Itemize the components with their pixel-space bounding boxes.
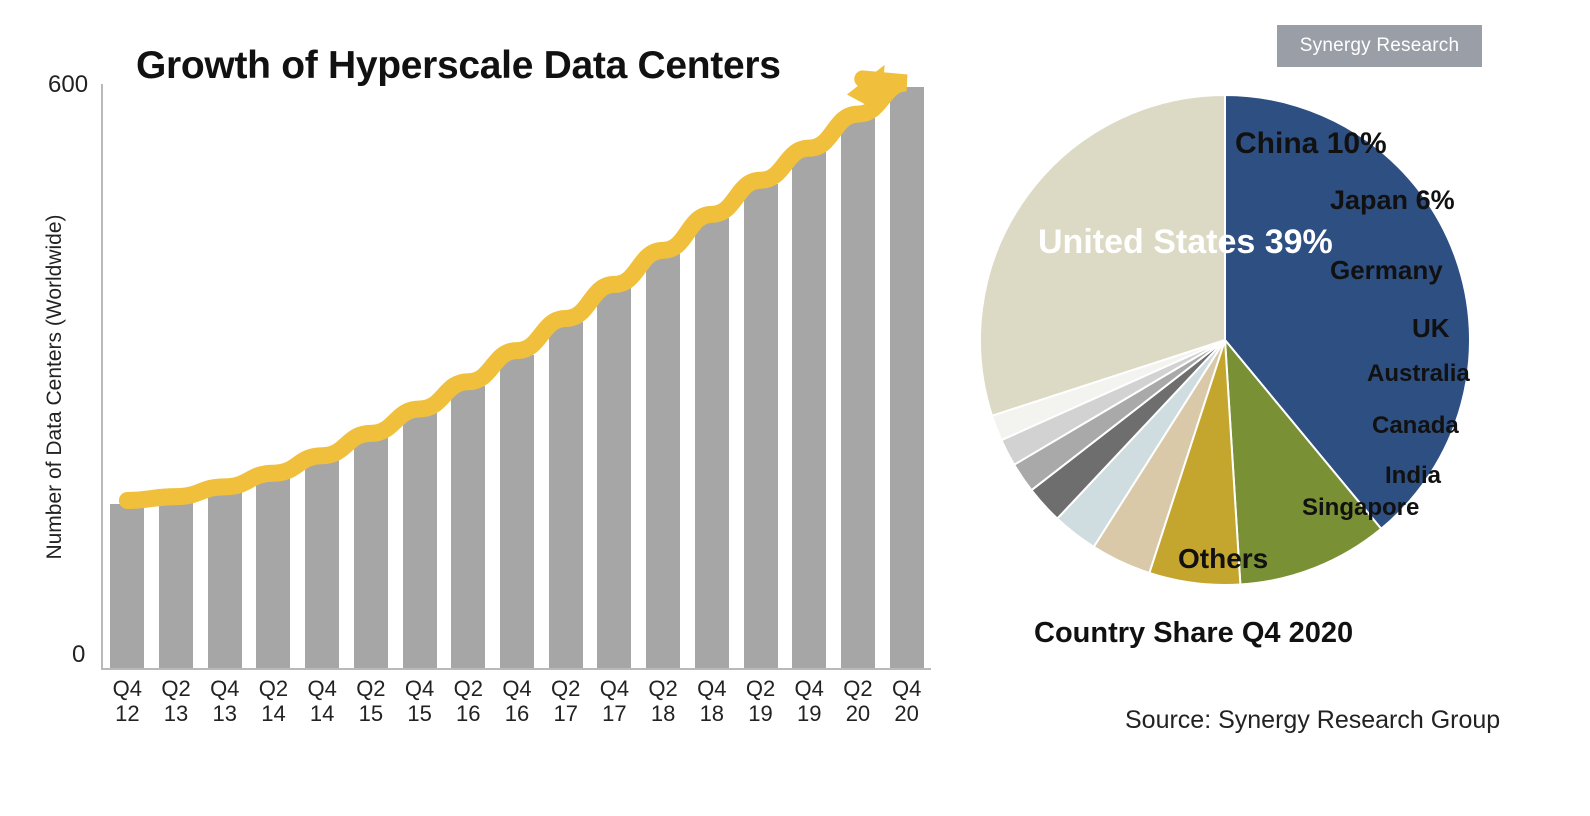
bar-q2-18 bbox=[646, 254, 681, 668]
x-axis-tick-q2-18: Q2 18 bbox=[648, 676, 678, 726]
bar-q2-16 bbox=[451, 385, 486, 668]
bar-q4-13 bbox=[207, 490, 242, 668]
bar-chart-title: Growth of Hyperscale Data Centers bbox=[136, 44, 781, 87]
bar-q2-19 bbox=[743, 184, 778, 668]
x-axis-tick-q4-14: Q4 14 bbox=[307, 676, 337, 726]
x-axis-tick-q2-20: Q2 20 bbox=[843, 676, 873, 726]
pie-label-uk: UK bbox=[1412, 313, 1450, 343]
bar-chart-panel: Growth of Hyperscale Data Centers Number… bbox=[0, 0, 960, 816]
bar-q4-16 bbox=[500, 354, 534, 668]
pie-chart-caption: Country Share Q4 2020 bbox=[1034, 617, 1354, 649]
pie-label-canada: Canada bbox=[1372, 412, 1459, 439]
bar-q4-12 bbox=[110, 504, 145, 668]
bar-q2-17 bbox=[548, 322, 583, 668]
pie-label-japan-name: Japan bbox=[1330, 185, 1409, 215]
bar-chart-y-axis-label: Number of Data Centers (Worldwide) bbox=[43, 214, 66, 560]
x-axis-tick-q2-19: Q2 19 bbox=[745, 676, 776, 726]
pie-label-united-states-percent: 39% bbox=[1264, 223, 1333, 261]
x-axis-tick-q2-16: Q2 16 bbox=[453, 676, 483, 726]
bar-q4-14 bbox=[305, 459, 340, 668]
slide-canvas: Synergy Research Growth of Hyperscale Da… bbox=[0, 0, 1590, 816]
bar-q4-15 bbox=[402, 413, 437, 668]
bar-chart-plot-area bbox=[103, 84, 931, 668]
x-axis-tick-q4-15: Q4 15 bbox=[404, 676, 435, 726]
pie-label-japan-percent: 6% bbox=[1415, 185, 1455, 215]
y-axis-tick-0: 0 bbox=[72, 641, 86, 668]
y-axis-tick-600: 600 bbox=[48, 71, 89, 98]
x-axis-tick-q4-20: Q4 20 bbox=[891, 676, 922, 726]
x-axis-tick-q2-15: Q2 15 bbox=[356, 676, 386, 726]
x-axis-tick-q4-12: Q4 12 bbox=[112, 676, 143, 726]
pie-label-india: India bbox=[1385, 462, 1442, 489]
bar-q2-20 bbox=[840, 118, 875, 668]
pie-label-china: China 10% bbox=[1235, 125, 1387, 163]
x-axis-tick-q2-14: Q2 14 bbox=[258, 676, 289, 726]
x-axis-line bbox=[101, 668, 931, 670]
pie-label-australia: Australia bbox=[1367, 360, 1470, 387]
x-axis-tick-q4-16: Q4 16 bbox=[502, 676, 532, 726]
pie-chart-panel: United States 39% China 10% Japan 6% Ger… bbox=[930, 0, 1590, 816]
pie-label-china-percent: 10% bbox=[1326, 127, 1387, 160]
pie-label-japan: Japan 6% bbox=[1330, 183, 1455, 217]
bar-q4-19 bbox=[792, 152, 827, 668]
x-axis-tick-q4-13: Q4 13 bbox=[210, 676, 240, 726]
source-attribution: Source: Synergy Research Group bbox=[1125, 706, 1501, 734]
x-axis-tick-q4-18: Q4 18 bbox=[697, 676, 727, 726]
bar-q4-20 bbox=[889, 86, 924, 668]
x-axis-tick-q2-13: Q2 13 bbox=[161, 676, 191, 726]
pie-label-singapore: Singapore bbox=[1302, 494, 1420, 521]
bar-q4-17 bbox=[597, 288, 632, 668]
bar-q2-13 bbox=[159, 500, 194, 668]
bar-q2-14 bbox=[256, 477, 291, 668]
pie-label-china-name: China bbox=[1235, 127, 1319, 160]
bar-q2-15 bbox=[353, 437, 388, 668]
x-axis-tick-q4-17: Q4 17 bbox=[599, 676, 630, 726]
bar-q4-18 bbox=[694, 218, 729, 668]
x-axis-tick-q4-19: Q4 19 bbox=[794, 676, 824, 726]
pie-label-united-states: United States 39% bbox=[1038, 220, 1333, 264]
pie-label-others: Others bbox=[1178, 543, 1269, 574]
pie-label-germany: Germany bbox=[1330, 255, 1443, 285]
x-axis-tick-q2-17: Q2 17 bbox=[551, 676, 581, 726]
pie-label-united-states-name: United States bbox=[1038, 223, 1256, 261]
